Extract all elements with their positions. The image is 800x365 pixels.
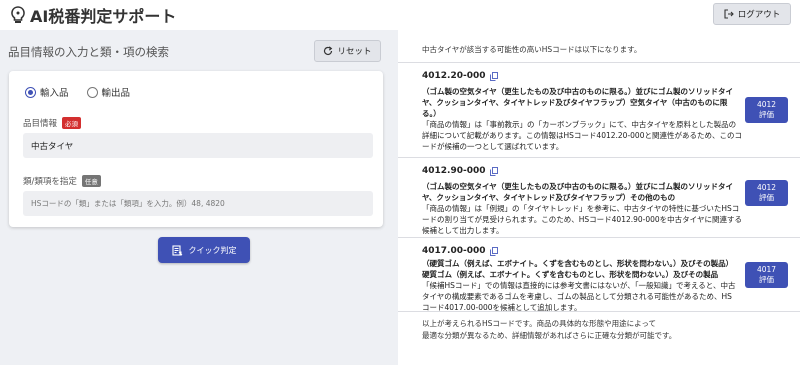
result-body-line: 「商品の情報」は「事前教示」の「カーボンブラック」にて、中古タイヤを原料とした製… [422, 120, 737, 129]
optional-badge: 任意 [81, 175, 101, 187]
result-body-line: 候補として出力します。 [422, 226, 504, 235]
reset-icon [324, 46, 333, 56]
results-intro: 中古タイヤが該当する可能性の高いHSコードは以下になります。 [422, 45, 642, 54]
result-body-line: ードの割り当てが見受けられます。このため、HSコード4012.90-000を中古… [422, 215, 742, 224]
evaluate-code: 4012 [756, 100, 777, 109]
logout-button[interactable]: ログアウト [713, 3, 791, 25]
bulb-logo-icon [11, 6, 25, 23]
export-label: 輸出品 [101, 88, 131, 99]
radio-checked-icon [25, 86, 36, 98]
hs-code-text: 4012.20-000 [422, 71, 486, 81]
result-body-line: 詳細について記載があります。この情報はHSコード4012.20-000と関連性が… [422, 131, 742, 140]
import-label: 輸入品 [40, 88, 69, 99]
input-card: 輸入品 輸出品 品目情報 必須 中古タイヤ 類/類項を指定 任意 HSコードの「… [9, 71, 383, 227]
result-title-line: る。） [422, 109, 441, 118]
evaluate-label: 評価 [759, 110, 774, 119]
item-info-input[interactable]: 中古タイヤ [23, 133, 373, 158]
result-title-line: ヤ、クッションタイヤ、タイヤトレッド及びタイヤフラップ）空気タイヤ（中古のものに… [422, 98, 728, 107]
section-title: 品目情報の入力と類・項の検索 [8, 45, 169, 59]
hs-code: 4017.00-000 [422, 246, 498, 256]
input-panel: 品目情報の入力と類・項の検索 リセット 輸入品 輸出品 品目情報 必須 中古タイ… [0, 30, 392, 365]
app-title: AI税番判定サポート [8, 3, 176, 27]
hs-code: 4012.20-000 [422, 71, 498, 81]
result-item: 4012.20-000 （ゴム製の空気タイヤ（更生したもの及び中古のものに限る。… [398, 62, 800, 157]
evaluate-code: 4017 [756, 265, 777, 274]
hs-code-text: 4017.00-000 [422, 246, 486, 256]
results-footer: 以上が考えられるHSコードです。商品の具体的な形態や用途によって 最適な分類が異… [422, 318, 762, 342]
trade-type-radios: 輸入品 輸出品 [25, 85, 130, 99]
import-radio[interactable]: 輸入品 [25, 85, 69, 99]
divider [398, 311, 800, 312]
evaluate-label: 評価 [759, 193, 774, 202]
radio-unchecked-icon [86, 86, 98, 98]
class-code-input[interactable]: HSコードの「類」または「類項」を入力。例）48, 4820 [23, 191, 373, 216]
evaluate-code: 4012 [756, 183, 777, 192]
evaluate-label: 評価 [759, 275, 774, 284]
result-title-line: （ゴム製の空気タイヤ（更生したもの及び中古のものに限る。）並びにゴム製のソリッド… [422, 87, 734, 96]
result-item: 4012.90-000 （ゴム製の空気タイヤ（更生したもの及び中古のものに限る。… [398, 157, 800, 237]
app-title-text: AI税番判定サポート [30, 7, 177, 26]
reset-button[interactable]: リセット [314, 40, 381, 62]
export-radio[interactable]: 輸出品 [86, 85, 131, 99]
evaluate-button[interactable]: 4017 評価 [745, 262, 788, 288]
result-title-line: ヤ、クッションタイヤ、タイヤトレッド及びタイヤフラップ）その他のもの [422, 193, 676, 202]
evaluate-button[interactable]: 4012 評価 [745, 180, 788, 206]
copy-icon[interactable] [489, 166, 498, 176]
app-header: AI税番判定サポート ログアウト [0, 0, 800, 30]
result-description: （ゴム製の空気タイヤ（更生したもの及び中古のものに限る。）並びにゴム製のソリッド… [422, 181, 742, 236]
logout-label: ログアウト [737, 10, 781, 20]
footer-line: 最適な分類が異なるため、詳細情報があればさらに正確な分類が可能です。 [422, 331, 677, 340]
result-title-line: （ゴム製の空気タイヤ（更生したもの及び中古のものに限る。）並びにゴム製のソリッド… [422, 182, 734, 191]
result-description: （ゴム製の空気タイヤ（更生したもの及び中古のものに限る。）並びにゴム製のソリッド… [422, 86, 742, 152]
copy-icon[interactable] [489, 246, 498, 256]
footer-line: 以上が考えられるHSコードです。商品の具体的な形態や用途によって [422, 319, 657, 328]
quick-check-icon [171, 244, 182, 256]
result-title-line: （硬質ゴム（例えば、エボナイト。くずを含むものとし、形状を問わない。）及びその製… [422, 259, 734, 268]
result-title-line: 硬質ゴム（例えば、エボナイト。くずを含むものとし、形状を問わない。）及びその製品 [422, 270, 719, 279]
copy-icon[interactable] [489, 71, 498, 81]
item-field-label: 品目情報 必須 [23, 117, 82, 129]
required-badge: 必須 [62, 117, 82, 129]
results-panel: 中古タイヤが該当する可能性の高いHSコードは以下になります。 4012.20-0… [398, 30, 800, 365]
result-body-line: ードが候補の一つとして選ばれています。 [422, 142, 564, 151]
quick-check-label: クイック判定 [188, 245, 237, 255]
class-label-text: 類/類項を指定 [23, 177, 77, 187]
result-body-line: 「候補HSコード」での情報は直接的には参考文書にはないが、「一般知識」で考えると… [422, 281, 736, 290]
logout-icon [724, 9, 734, 19]
item-label-text: 品目情報 [23, 119, 58, 129]
result-body-line: 「商品の情報」は「例規」の「タイヤトレッド」を参考に、中古タイヤの特性に基づいた… [422, 204, 740, 213]
quick-check-button[interactable]: クイック判定 [158, 237, 250, 263]
hs-code: 4012.90-000 [422, 166, 498, 176]
result-item: 4017.00-000 （硬質ゴム（例えば、エボナイト。くずを含むものとし、形状… [398, 237, 800, 313]
evaluate-button[interactable]: 4012 評価 [745, 97, 788, 123]
reset-label: リセット [337, 47, 372, 57]
result-description: （硬質ゴム（例えば、エボナイト。くずを含むものとし、形状を問わない。）及びその製… [422, 258, 742, 313]
class-field-label: 類/類項を指定 任意 [23, 175, 101, 187]
result-body-line: タイヤの構成要素であるゴムを考慮し、ゴムの製品として分類される可能性があるため、… [422, 292, 732, 301]
hs-code-text: 4012.90-000 [422, 166, 486, 176]
